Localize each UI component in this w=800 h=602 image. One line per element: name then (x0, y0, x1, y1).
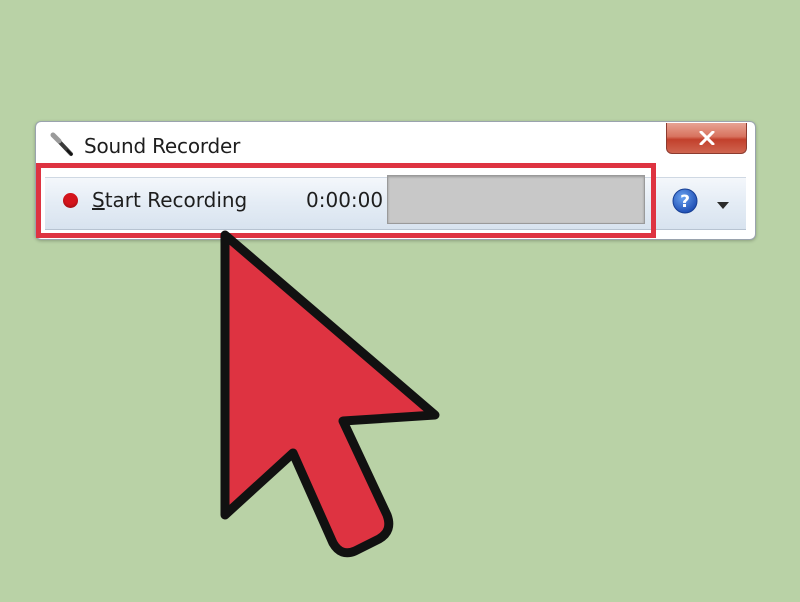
start-recording-label: tart Recording (104, 188, 248, 212)
close-button[interactable] (666, 123, 747, 154)
microphone-icon (45, 130, 79, 160)
title-bar[interactable]: Sound Recorder (36, 122, 755, 162)
chevron-down-icon[interactable] (716, 195, 730, 209)
record-dot-icon (63, 193, 78, 208)
window-title: Sound Recorder (84, 134, 241, 158)
start-recording-accesskey: S (92, 188, 105, 212)
close-icon (699, 131, 715, 145)
pointer-arrow-icon (220, 230, 440, 558)
elapsed-time: 0:00:00 (306, 188, 384, 212)
help-icon[interactable]: ? (672, 188, 698, 214)
svg-text:?: ? (680, 192, 690, 212)
recording-level-meter (387, 175, 645, 224)
sound-recorder-window: Sound Recorder Start Recording 0:00:00 ? (35, 121, 756, 240)
start-recording-button[interactable]: Start Recording (92, 186, 247, 214)
